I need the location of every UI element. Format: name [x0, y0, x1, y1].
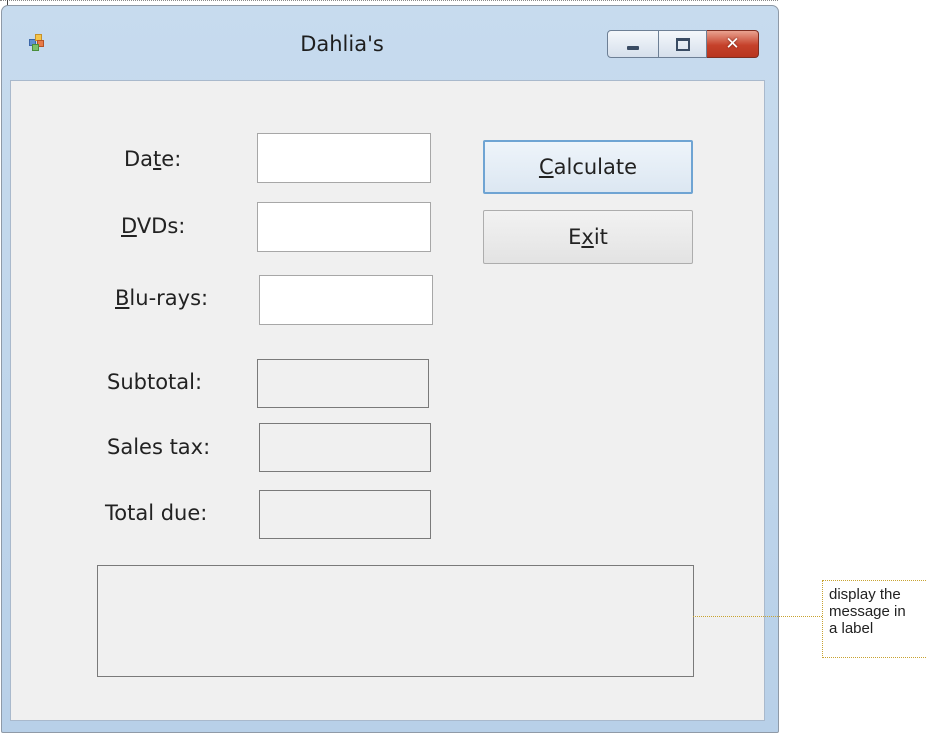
exit-mnemonic: x: [581, 225, 594, 249]
date-label: Date:: [124, 147, 182, 171]
sales-tax-output: [259, 423, 431, 472]
close-icon: ✕: [725, 34, 740, 54]
calculate-button[interactable]: Calculate: [483, 140, 693, 194]
title-bar[interactable]: Dahlia's ✕: [2, 6, 778, 78]
callout-leader-line: [693, 616, 824, 617]
calculate-mnemonic: C: [538, 155, 554, 179]
blurays-textbox[interactable]: [259, 275, 433, 325]
date-textbox[interactable]: [257, 133, 431, 183]
sales-tax-label: Sales tax:: [107, 435, 211, 459]
window-controls: ✕: [607, 30, 759, 60]
exit-label-start: E: [568, 225, 582, 249]
minimize-button[interactable]: [607, 30, 659, 58]
maximize-icon: [675, 37, 690, 51]
subtotal-label: Subtotal:: [107, 370, 203, 394]
dvds-textbox[interactable]: [257, 202, 431, 252]
total-due-label: Total due:: [105, 501, 208, 525]
client-area: Date: DVDs: Blu-rays: Subtotal: Sales ta…: [10, 80, 765, 721]
close-button[interactable]: ✕: [707, 30, 759, 58]
exit-label-end: it: [593, 225, 608, 249]
exit-button[interactable]: Ex it: [483, 210, 693, 264]
subtotal-output: [257, 359, 429, 408]
calculate-label: alculate: [553, 155, 638, 179]
dvds-label: DVDs:: [121, 214, 186, 238]
page: Dahlia's ✕ Date: DVDs: Blu-rays: Subtota…: [0, 0, 926, 737]
total-due-output: [259, 490, 431, 539]
blurays-label: Blu-rays:: [115, 286, 209, 310]
minimize-icon: [627, 46, 639, 50]
form-window: Dahlia's ✕ Date: DVDs: Blu-rays: Subtota…: [1, 5, 779, 733]
maximize-button[interactable]: [659, 30, 707, 58]
message-label: [97, 565, 694, 677]
top-border-line: [0, 0, 778, 1]
callout-note: display the message in a label: [822, 580, 926, 658]
